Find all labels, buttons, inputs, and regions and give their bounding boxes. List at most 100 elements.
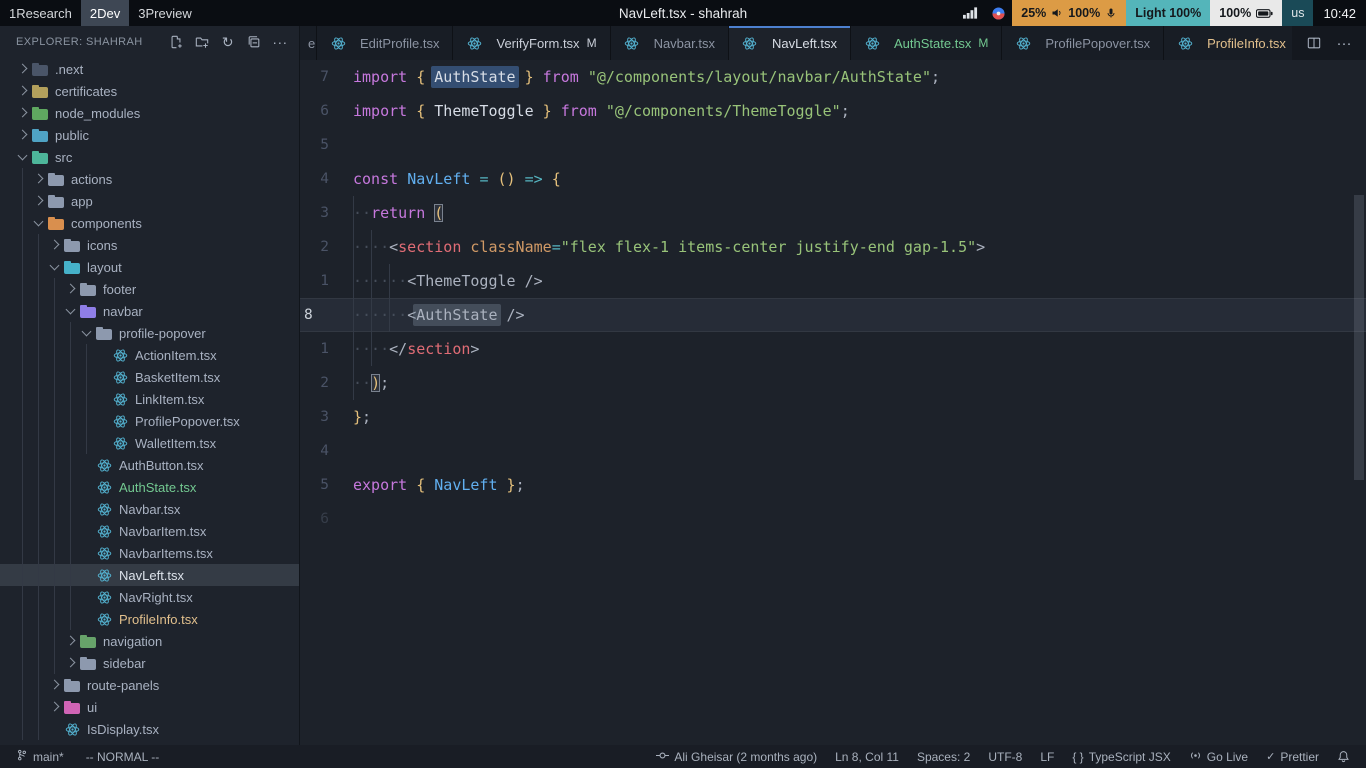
code-line-12[interactable]: 4 <box>300 434 1366 468</box>
encoding[interactable]: UTF-8 <box>982 750 1028 764</box>
tree-indent-guide <box>54 388 55 410</box>
workspace-tag-1Research[interactable]: 1Research <box>0 0 81 26</box>
code-line-9[interactable]: 1····</section> <box>300 332 1366 366</box>
code-line-7[interactable]: 1······<ThemeToggle /> <box>300 264 1366 298</box>
folder-icon <box>64 679 80 692</box>
tree-file-ProfileInfo.tsx[interactable]: ProfileInfo.tsx <box>0 608 299 630</box>
tree-folder-components[interactable]: components <box>0 212 299 234</box>
tree-item-label: profile-popover <box>119 326 206 341</box>
go-live[interactable]: Go Live <box>1183 749 1254 765</box>
tab-er.tsx[interactable]: er.tsx <box>300 26 317 60</box>
vim-mode[interactable]: -- NORMAL -- <box>80 750 166 764</box>
tree-folder-certificates[interactable]: certificates <box>0 80 299 102</box>
indent-guide <box>353 264 354 298</box>
tab-Navbar.tsx[interactable]: Navbar.tsx <box>611 26 729 60</box>
tree-folder-sidebar[interactable]: sidebar <box>0 652 299 674</box>
tree-item-label: sidebar <box>103 656 146 671</box>
code-line-2[interactable]: 6import { ThemeToggle } from "@/componen… <box>300 94 1366 128</box>
code-editor[interactable]: 7import { AuthState } from "@/components… <box>300 60 1366 745</box>
tree-file-ProfilePopover.tsx[interactable]: ProfilePopover.tsx <box>0 410 299 432</box>
tree-folder-route-panels[interactable]: route-panels <box>0 674 299 696</box>
scrollbar-thumb[interactable] <box>1354 195 1364 480</box>
tab-label: AuthState.tsx <box>894 36 971 51</box>
code-token: > <box>976 238 985 256</box>
tree-folder-node_modules[interactable]: node_modules <box>0 102 299 124</box>
cursor-position[interactable]: Ln 8, Col 11 <box>829 750 905 764</box>
tree-folder-profile-popover[interactable]: profile-popover <box>0 322 299 344</box>
tree-file-NavbarItems.tsx[interactable]: NavbarItems.tsx <box>0 542 299 564</box>
code-line-10[interactable]: 2··); <box>300 366 1366 400</box>
tree-folder-app[interactable]: app <box>0 190 299 212</box>
tab-ProfileInfo.tsx[interactable]: ProfileInfo.tsxM <box>1164 26 1292 60</box>
tree-folder-public[interactable]: public <box>0 124 299 146</box>
tree-file-LinkItem.tsx[interactable]: LinkItem.tsx <box>0 388 299 410</box>
workspace-tag-3Preview[interactable]: 3Preview <box>129 0 200 26</box>
code-text <box>353 502 1366 536</box>
eol-sequence[interactable]: LF <box>1034 750 1060 764</box>
new-file-icon[interactable] <box>165 31 187 53</box>
tree-file-IsDisplay.tsx[interactable]: IsDisplay.tsx <box>0 718 299 740</box>
tree-folder-footer[interactable]: footer <box>0 278 299 300</box>
tree-folder-ui[interactable]: ui <box>0 696 299 718</box>
tree-indent-guide <box>38 652 39 674</box>
code-line-4[interactable]: 4const NavLeft = () => { <box>300 162 1366 196</box>
code-line-3[interactable]: 5 <box>300 128 1366 162</box>
new-folder-icon[interactable] <box>191 31 213 53</box>
code-line-14[interactable]: 6 <box>300 502 1366 536</box>
explorer-actions: ↻ ··· <box>165 31 291 53</box>
tree-file-WalletItem.tsx[interactable]: WalletItem.tsx <box>0 432 299 454</box>
language-mode[interactable]: { } TypeScript JSX <box>1066 750 1176 764</box>
code-line-1[interactable]: 7import { AuthState } from "@/components… <box>300 60 1366 94</box>
tree-folder-.next[interactable]: .next <box>0 58 299 80</box>
tree-file-Navbar.tsx[interactable]: Navbar.tsx <box>0 498 299 520</box>
code-line-8[interactable]: 8······<AuthState /> <box>300 298 1366 332</box>
tab-AuthState.tsx[interactable]: AuthState.tsxM <box>851 26 1002 60</box>
split-editor-icon[interactable] <box>1302 31 1326 55</box>
tree-file-AuthState.tsx[interactable]: AuthState.tsx <box>0 476 299 498</box>
tree-indent-guide <box>70 520 71 542</box>
tab-ProfilePopover.tsx[interactable]: ProfilePopover.tsx <box>1002 26 1164 60</box>
collapse-all-icon[interactable] <box>243 31 265 53</box>
tree-file-NavRight.tsx[interactable]: NavRight.tsx <box>0 586 299 608</box>
code-text: ····</section> <box>353 332 1366 366</box>
tree-file-BasketItem.tsx[interactable]: BasketItem.tsx <box>0 366 299 388</box>
tree-folder-actions[interactable]: actions <box>0 168 299 190</box>
tree-file-NavbarItem.tsx[interactable]: NavbarItem.tsx <box>0 520 299 542</box>
keyboard-layout[interactable]: us <box>1282 0 1313 26</box>
tab-VerifyForm.tsx[interactable]: VerifyForm.tsxM <box>453 26 610 60</box>
brightness-module[interactable]: Light 100% <box>1126 0 1210 26</box>
tree-file-ActionItem.tsx[interactable]: ActionItem.tsx <box>0 344 299 366</box>
tree-file-NavLeft.tsx[interactable]: NavLeft.tsx <box>0 564 299 586</box>
notifications-bell-icon[interactable] <box>1331 750 1356 763</box>
tree-folder-src[interactable]: src <box>0 146 299 168</box>
workspace-tag-2Dev[interactable]: 2Dev <box>81 0 129 26</box>
code-line-5[interactable]: 3··return ( <box>300 196 1366 230</box>
tree-folder-layout[interactable]: layout <box>0 256 299 278</box>
code-line-6[interactable]: 2····<section className="flex flex-1 ite… <box>300 230 1366 264</box>
tree-indent-guide <box>38 388 39 410</box>
indentation[interactable]: Spaces: 2 <box>911 750 976 764</box>
audio-module[interactable]: 25% 100% <box>1012 0 1126 26</box>
tree-indent-guide <box>38 256 39 278</box>
line-number: 2 <box>300 230 353 264</box>
tree-file-AuthButton.tsx[interactable]: AuthButton.tsx <box>0 454 299 476</box>
git-blame[interactable]: Ali Gheisar (2 months ago) <box>650 749 823 765</box>
code-line-11[interactable]: 3}; <box>300 400 1366 434</box>
tree-indent-guide <box>54 476 55 498</box>
battery-module[interactable]: 100% <box>1210 0 1282 26</box>
more-actions-icon[interactable]: ··· <box>269 31 291 53</box>
tab-NavLeft.tsx[interactable]: NavLeft.tsx <box>729 26 851 60</box>
editor-more-actions-icon[interactable]: ··· <box>1332 31 1356 55</box>
tree-folder-icons[interactable]: icons <box>0 234 299 256</box>
branch-indicator[interactable]: main* <box>10 748 70 765</box>
prettier[interactable]: ✓ Prettier <box>1260 750 1325 764</box>
status-bar: main* -- NORMAL -- Ali Gheisar (2 months… <box>0 745 1366 768</box>
code-area: 7import { AuthState } from "@/components… <box>300 60 1366 536</box>
tab-EditProfile.tsx[interactable]: EditProfile.tsx <box>317 26 453 60</box>
tree-indent-guide <box>38 476 39 498</box>
editor-scrollbar[interactable] <box>1352 60 1366 745</box>
tree-folder-navigation[interactable]: navigation <box>0 630 299 652</box>
refresh-icon[interactable]: ↻ <box>217 31 239 53</box>
code-line-13[interactable]: 5export { NavLeft }; <box>300 468 1366 502</box>
tree-folder-navbar[interactable]: navbar <box>0 300 299 322</box>
